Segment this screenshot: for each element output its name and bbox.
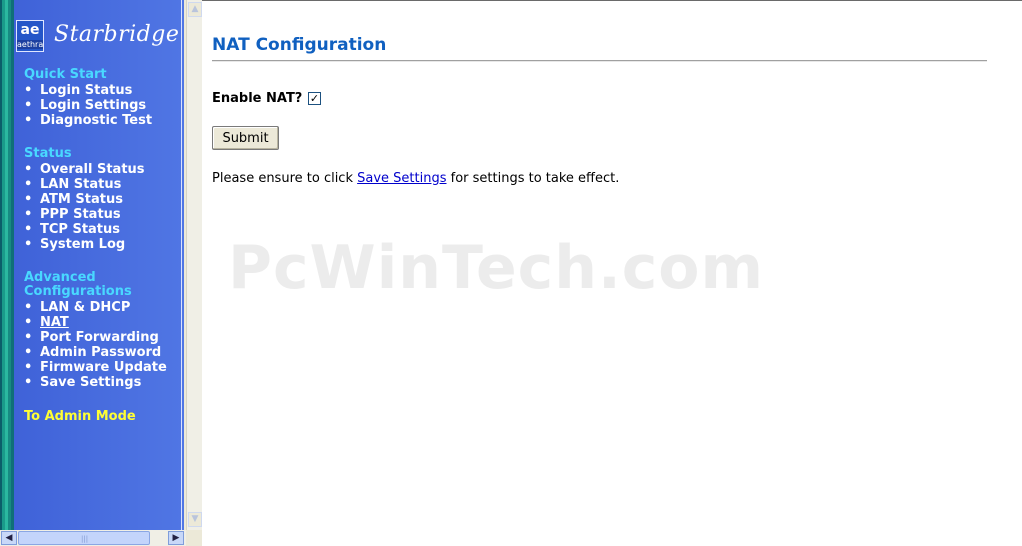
bullet: •: [24, 98, 33, 113]
scrollbar-thumb[interactable]: |||: [18, 531, 150, 545]
title-divider: [212, 60, 987, 62]
bullet: •: [24, 360, 33, 375]
bullet: •: [24, 222, 33, 237]
nav-label[interactable]: LAN Status: [40, 177, 121, 192]
nav-item-login-status[interactable]: • Login Status: [24, 83, 152, 98]
section-title-status: Status: [24, 146, 72, 161]
nav-item-system-log[interactable]: • System Log: [24, 237, 145, 252]
scroll-up-icon[interactable]: ▲: [188, 2, 202, 17]
logo-subtext: aethra: [17, 40, 44, 49]
nav-label[interactable]: Admin Password: [40, 345, 161, 360]
enable-nat-checkbox[interactable]: ✓: [308, 92, 321, 105]
content-frame: PcWinTech.com NAT Configuration Enable N…: [202, 0, 1022, 546]
nav-label[interactable]: PPP Status: [40, 207, 121, 222]
notice-text-after: for settings to take effect.: [446, 171, 620, 186]
nav-item-login-settings[interactable]: • Login Settings: [24, 98, 152, 113]
bullet: •: [24, 345, 33, 360]
nav-label[interactable]: Login Status: [40, 83, 132, 98]
grip-icon: |||: [81, 535, 89, 543]
page-title: NAT Configuration: [212, 35, 387, 55]
scroll-down-icon[interactable]: ▼: [188, 512, 202, 527]
aethra-logo-icon: ae aethra: [16, 20, 44, 52]
bullet: •: [24, 237, 33, 252]
watermark: PcWinTech.com: [228, 233, 765, 303]
nav-label[interactable]: System Log: [40, 237, 125, 252]
nav-label[interactable]: Overall Status: [40, 162, 145, 177]
nav-item-firmware-update[interactable]: • Firmware Update: [24, 360, 167, 375]
decorative-stripes: [0, 0, 14, 530]
bullet: •: [24, 315, 33, 330]
nav-item-atm-status[interactable]: • ATM Status: [24, 192, 145, 207]
nav-item-admin-password[interactable]: • Admin Password: [24, 345, 167, 360]
nav-label[interactable]: Login Settings: [40, 98, 146, 113]
checkmark-icon: ✓: [309, 92, 320, 105]
nav-list-advanced: • LAN & DHCP • NAT • Port Forwarding • Admin…: [24, 300, 167, 390]
save-notice: Please ensure to click Save Settings for…: [212, 171, 619, 186]
nav-list-quick-start: • Login Status • Login Settings • Diagnosti…: [24, 83, 152, 128]
scroll-left-icon[interactable]: ◀: [1, 531, 17, 545]
bullet: •: [24, 300, 33, 315]
nav-label[interactable]: Save Settings: [40, 375, 141, 390]
nav-item-nat[interactable]: • NAT: [24, 315, 167, 330]
nav-label[interactable]: TCP Status: [40, 222, 120, 237]
nav-label-active[interactable]: NAT: [40, 315, 69, 330]
enable-nat-label: Enable NAT?: [212, 91, 303, 106]
logo-mark: ae: [20, 22, 40, 38]
bullet: •: [24, 330, 33, 345]
nav-item-overall-status[interactable]: • Overall Status: [24, 162, 145, 177]
nav-label[interactable]: ATM Status: [40, 192, 123, 207]
bullet: •: [24, 83, 33, 98]
nav-item-ppp-status[interactable]: • PPP Status: [24, 207, 145, 222]
navigation-frame: ae aethra Starbridge Quick Start • Login …: [0, 0, 202, 546]
bullet: •: [24, 113, 33, 128]
nav-label[interactable]: Firmware Update: [40, 360, 167, 375]
section-title-configurations: Configurations: [24, 284, 132, 299]
admin-mode-link[interactable]: To Admin Mode: [24, 409, 136, 424]
left-horizontal-scrollbar[interactable]: ◀ ||| ▶: [0, 530, 186, 546]
nav-list-status: • Overall Status • LAN Status • ATM Status …: [24, 162, 145, 252]
nav-label[interactable]: LAN & DHCP: [40, 300, 130, 315]
notice-text-before: Please ensure to click: [212, 171, 358, 186]
left-vertical-scrollbar[interactable]: ▲ ▼: [186, 0, 202, 530]
bullet: •: [24, 162, 33, 177]
nav-label[interactable]: Port Forwarding: [40, 330, 159, 345]
bullet: •: [24, 207, 33, 222]
bullet: •: [24, 192, 33, 207]
bullet: •: [24, 375, 33, 390]
submit-button[interactable]: Submit: [212, 126, 279, 150]
nav-item-diagnostic-test[interactable]: • Diagnostic Test: [24, 113, 152, 128]
nav-item-lan-status[interactable]: • LAN Status: [24, 177, 145, 192]
nav-item-lan-dhcp[interactable]: • LAN & DHCP: [24, 300, 167, 315]
section-title-quick-start: Quick Start: [24, 67, 107, 82]
save-settings-link[interactable]: Save Settings: [357, 171, 446, 186]
section-title-advanced: Advanced: [24, 270, 96, 285]
nav-item-port-forwarding[interactable]: • Port Forwarding: [24, 330, 167, 345]
nav-item-tcp-status[interactable]: • TCP Status: [24, 222, 145, 237]
scroll-right-icon[interactable]: ▶: [168, 531, 184, 545]
panel-edge: [181, 0, 182, 530]
brand-logo: ae aethra Starbridge: [16, 20, 179, 54]
nav-item-save-settings[interactable]: • Save Settings: [24, 375, 167, 390]
bullet: •: [24, 177, 33, 192]
nav-label[interactable]: Diagnostic Test: [40, 113, 152, 128]
product-name: Starbridge: [54, 22, 180, 47]
